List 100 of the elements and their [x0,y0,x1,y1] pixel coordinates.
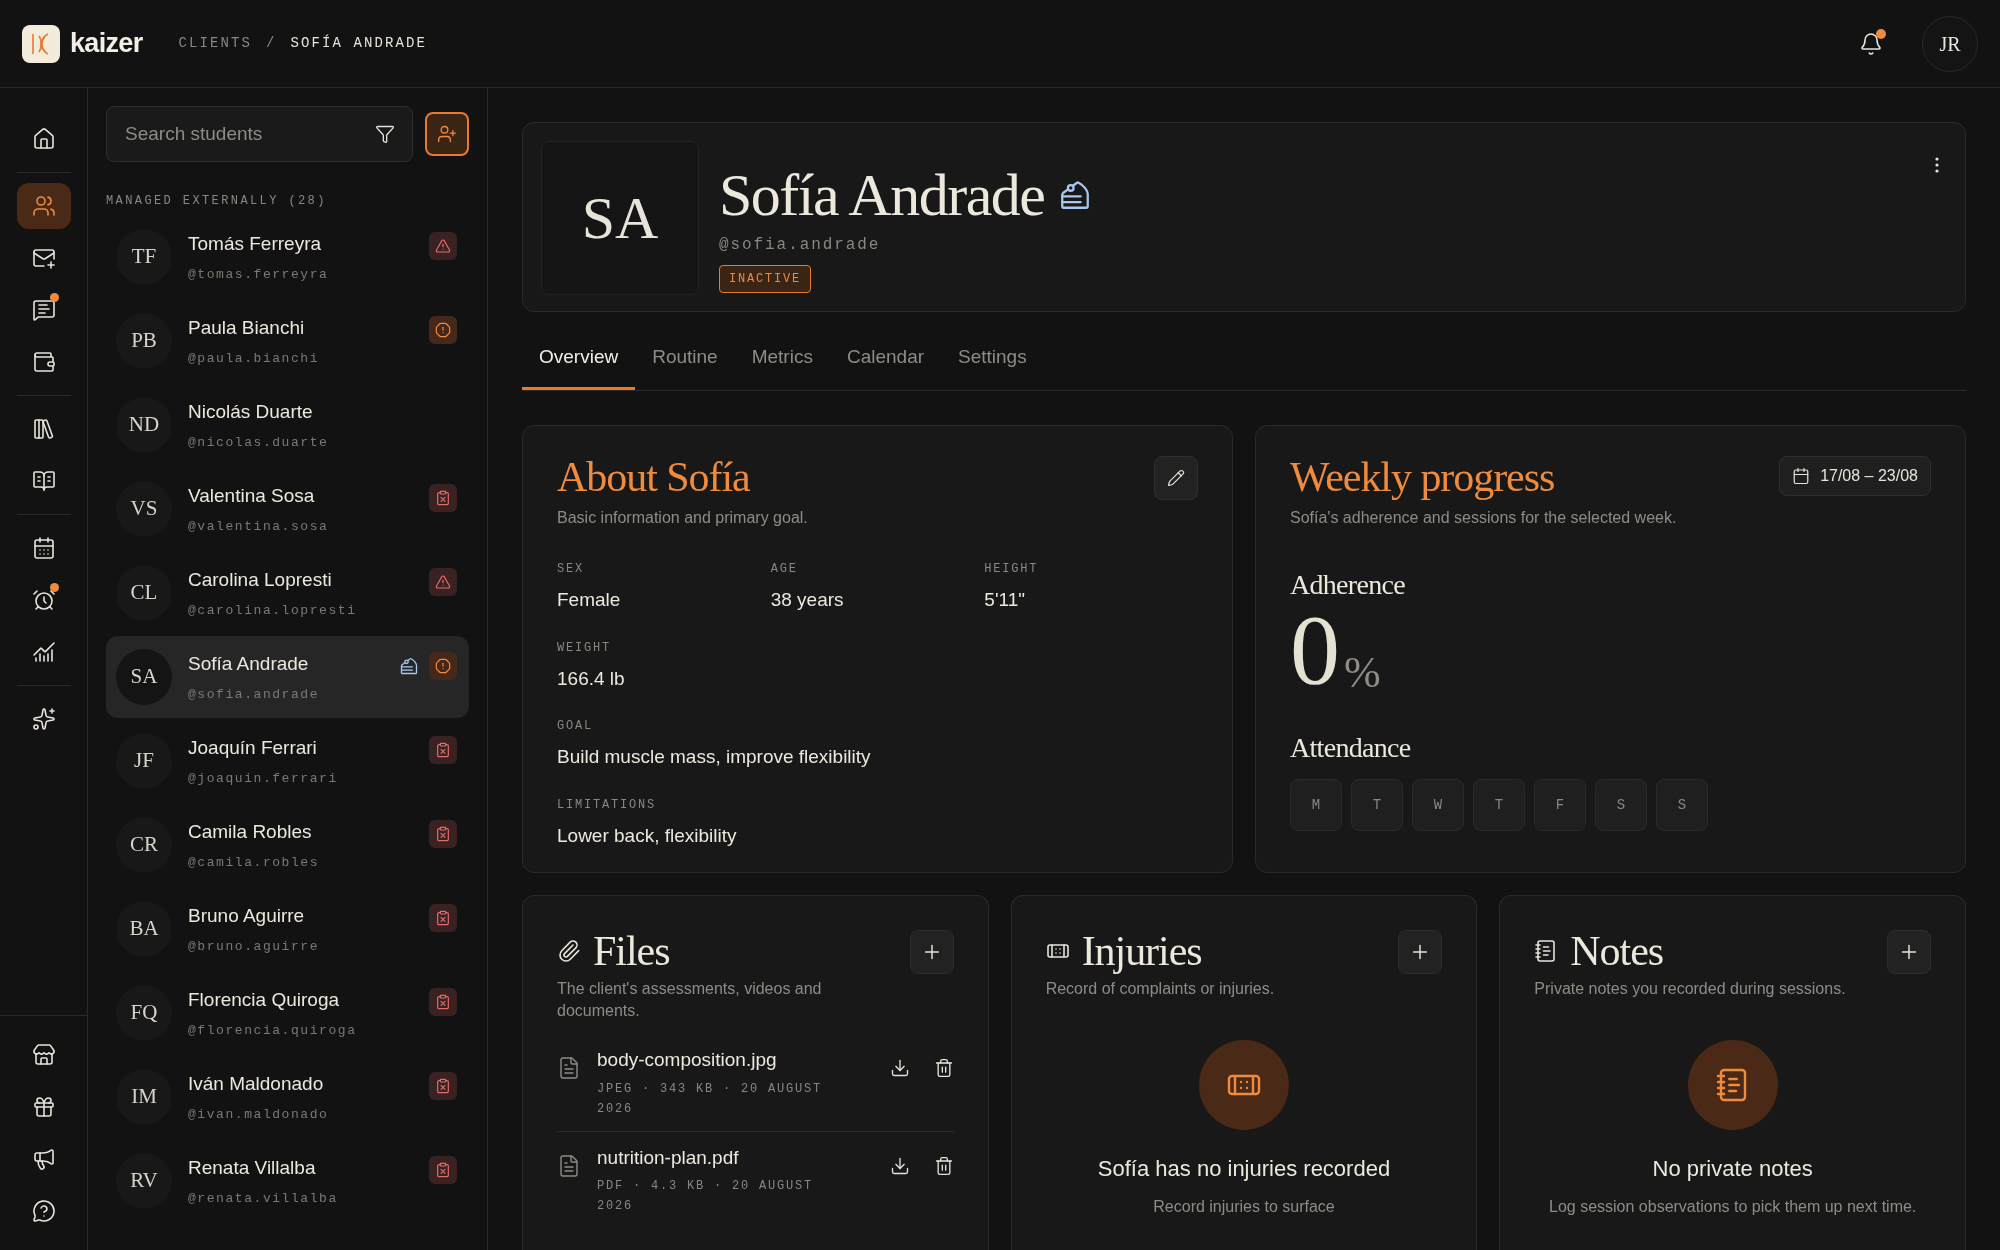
student-handle: @renata.villalba [188,1189,338,1208]
student-handle: @nicolas.duarte [188,433,329,452]
adherence-unit: % [1344,651,1381,695]
search-field[interactable]: Search students [106,106,413,162]
student-row[interactable]: VS Valentina Sosa @valentina.sosa [106,468,469,550]
file-icon [557,1056,581,1080]
student-row[interactable]: PB Paula Bianchi @paula.bianchi [106,300,469,382]
student-row[interactable]: RV Renata Villalba @renata.villalba [106,1140,469,1222]
user-plus-icon [437,124,457,144]
attendance-day: M [1290,779,1342,831]
student-avatar: TF [116,229,172,285]
add-student-button[interactable] [425,112,469,156]
tab[interactable]: Routine [635,328,735,390]
file-meta: JPEG · 343 KB · 20 AUGUST 2026 [597,1080,824,1118]
attendance-day: T [1351,779,1403,831]
delete-icon[interactable] [933,1155,954,1176]
student-row[interactable]: IM Iván Maldonado @ivan.maldonado [106,1056,469,1138]
field-value: 5'11" [984,588,1026,612]
filter-icon[interactable] [375,124,395,144]
alarm-clock-icon [31,588,56,612]
student-handle: @carolina.lopresti [188,601,357,620]
gift-icon [31,1095,56,1119]
date-range-button[interactable]: 17/08 – 23/08 [1779,456,1931,496]
mail-plus-icon [31,246,56,270]
add-button[interactable] [1398,930,1443,974]
card-subtitle: Sofía's adherence and sessions for the selected week. [1290,508,1677,528]
clipboard-x-icon [435,994,451,1010]
student-row[interactable]: CR Camila Robles @camila.robles [106,804,469,886]
tab[interactable]: Settings [941,328,1044,390]
download-icon[interactable] [889,1058,910,1078]
wallet-icon [31,350,56,374]
attendance-day: T [1473,779,1525,831]
empty-state-title: No private notes [1652,1155,1813,1183]
student-avatar: SA [116,649,172,705]
student-avatar: PB [116,313,172,369]
clipboard-x-icon [435,742,451,758]
add-button[interactable] [1887,930,1931,974]
adherence-value: 0 [1290,602,1340,697]
download-icon[interactable] [889,1155,910,1176]
book-icon [31,469,56,493]
student-row[interactable]: SA Sofía Andrade @sofia.andrade [106,636,469,718]
student-row[interactable]: CL Carolina Lopresti @carolina.lopresti [106,552,469,634]
add-button[interactable] [909,930,954,974]
empty-state-text: Record injuries to surface [1153,1197,1335,1217]
user-avatar[interactable]: JR [1922,15,1978,72]
edit-button[interactable] [1154,456,1198,500]
profile-avatar: SA [541,141,699,295]
tab[interactable]: Calendar [829,328,942,390]
field-value: Build muscle mass, improve flexibility [557,745,872,769]
field-value: Female [557,588,622,612]
file-name[interactable]: nutrition-plan.pdf [597,1143,890,1172]
field-label: GOAL [557,718,594,735]
breadcrumb-separator: / [266,34,277,53]
empty-state-text: Log session observations to pick them up next time. [1549,1197,1917,1217]
student-handle: @bruno.aguirre [188,937,320,956]
users-icon [31,194,56,218]
student-name: Bruno Aguirre [188,904,306,928]
more-options-button[interactable] [1935,157,1939,173]
student-name: Nicolás Duarte [188,400,314,424]
clipboard-x-icon [435,1162,451,1178]
profile-handle: @sofia.andrade [719,235,882,256]
warning-icon [435,574,451,590]
sparkles-icon [31,707,56,731]
student-handle: @paula.bianchi [188,349,320,368]
student-avatar: RV [116,1153,172,1209]
field-value: 38 years [770,588,845,612]
card-subtitle: Basic information and primary goal. [557,508,808,528]
tab[interactable]: Metrics [734,328,830,390]
student-avatar: CR [116,817,172,873]
student-row[interactable]: BA Bruno Aguirre @bruno.aguirre [106,888,469,970]
metric-label: Adherence [1290,568,1406,602]
student-avatar: VS [116,481,172,537]
alert-icon [435,322,451,338]
logo-icon [22,24,60,63]
student-row[interactable]: ND Nicolás Duarte @nicolas.duarte [106,384,469,466]
field-value: Lower back, flexibility [557,823,738,848]
file-name[interactable]: body-composition.jpg [597,1046,890,1075]
student-row[interactable]: JF Joaquín Ferrari @joaquin.ferrari [106,720,469,802]
empty-state-title: Sofía has no injuries recorded [1097,1155,1391,1183]
breadcrumb-item[interactable]: CLIENTS [178,33,253,54]
clipboard-x-icon [435,490,451,506]
pencil-icon [1167,469,1185,487]
student-avatar: BA [116,901,172,957]
field-label: WEIGHT [557,639,612,657]
nav-item[interactable] [16,183,71,229]
clipboard-x-icon [435,910,451,926]
tab[interactable]: Overview [522,328,636,390]
message-icon [31,298,56,322]
student-row[interactable]: FQ Florencia Quiroga @florencia.quiroga [106,972,469,1054]
student-handle: @valentina.sosa [188,517,329,536]
field-label: SEX [557,561,585,578]
card-subtitle: Private notes you recorded during sessions. [1534,979,1846,999]
attendance-day: W [1412,779,1464,831]
calendar-icon [31,536,56,560]
attendance-day: S [1656,779,1708,831]
student-handle: @camila.robles [188,853,320,872]
delete-icon[interactable] [933,1058,954,1078]
card-subtitle: Record of complaints or injuries. [1045,979,1275,999]
student-row[interactable]: TF Tomás Ferreyra @tomas.ferreyra [106,216,469,298]
student-handle: @joaquin.ferrari [188,769,338,788]
